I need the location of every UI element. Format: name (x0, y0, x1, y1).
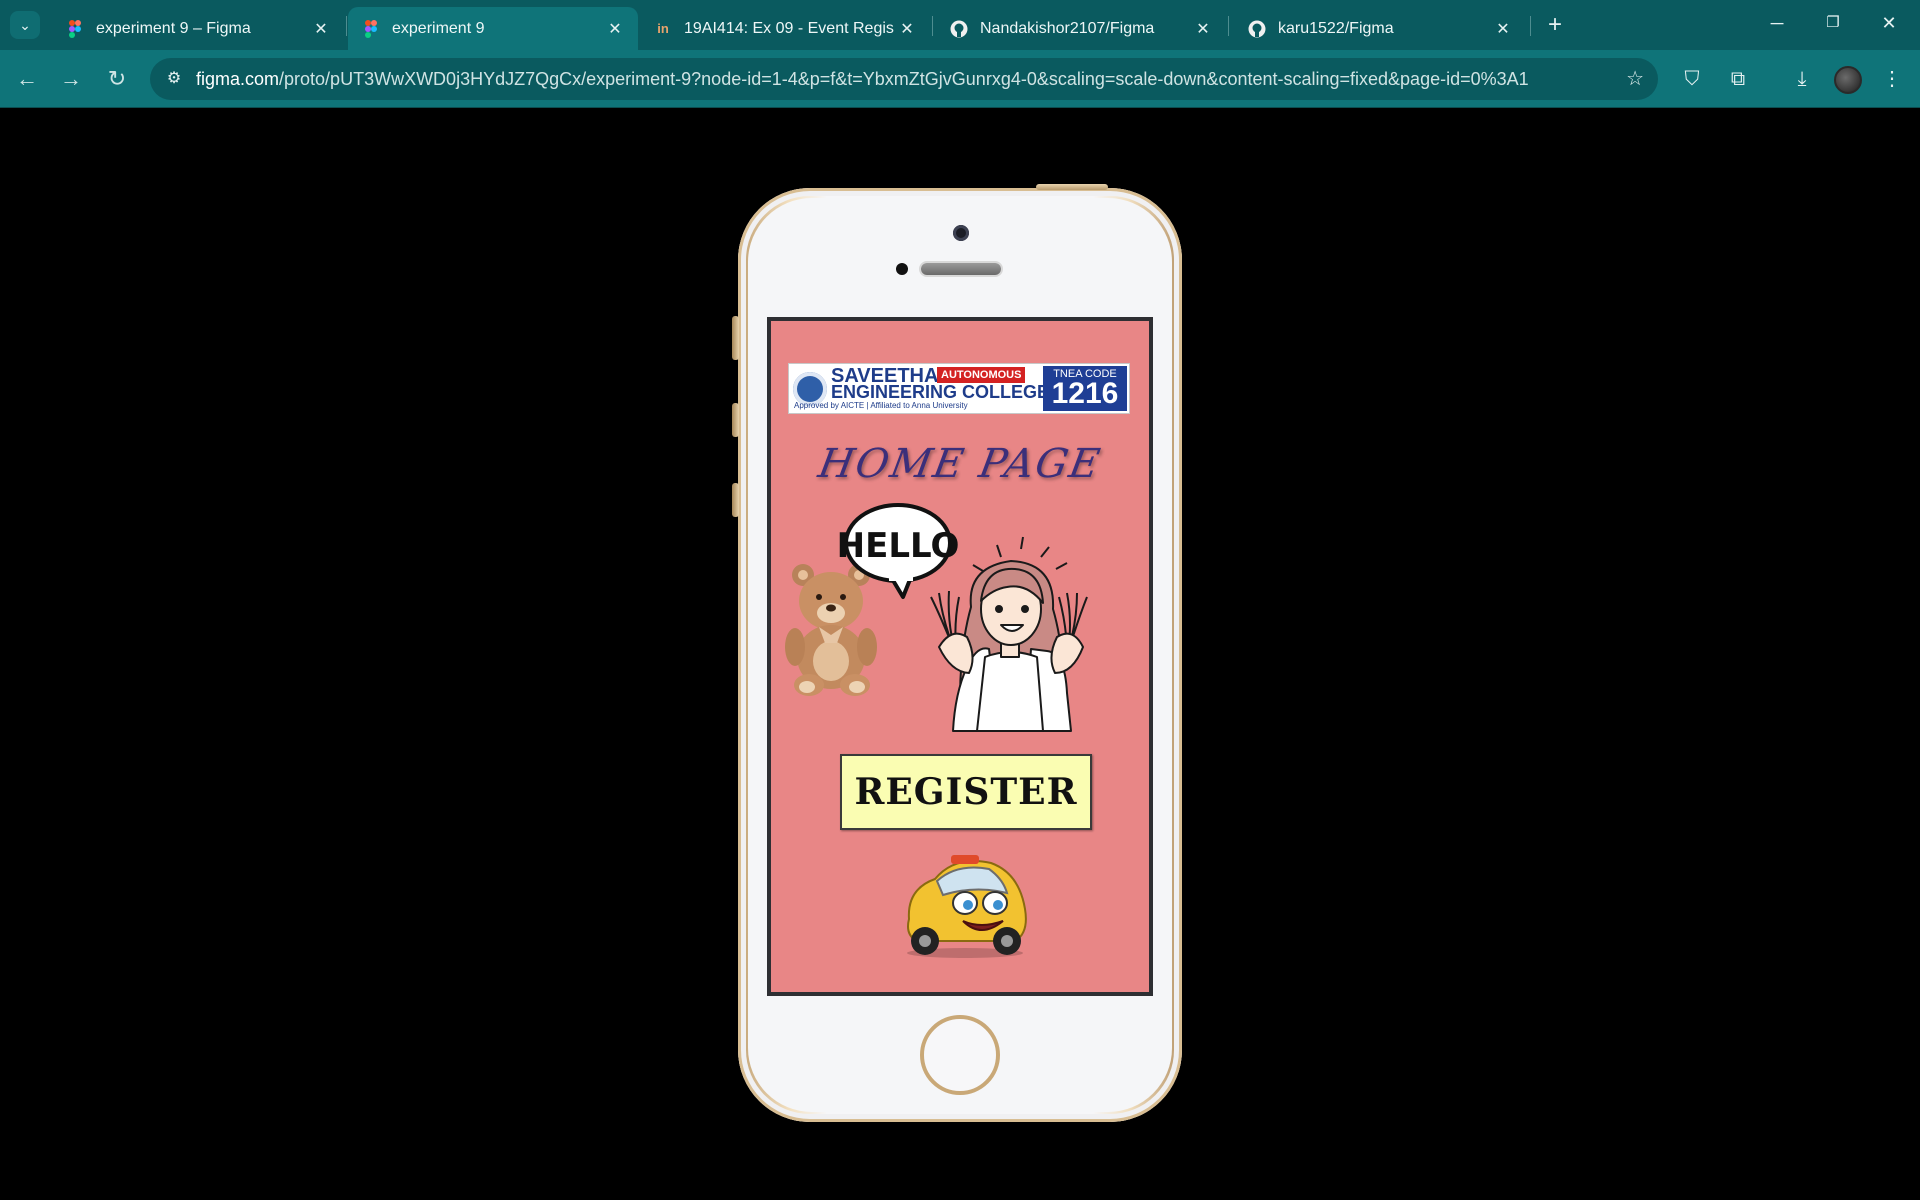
invision-icon: in (657, 21, 669, 36)
power-button (1036, 184, 1108, 190)
college-logo: SAVEETHA AUTONOMOUS ENGINEERING COLLEGE … (788, 363, 1130, 414)
hello-text: HELLO (837, 526, 960, 566)
tab-experiment-9[interactable]: experiment 9 ✕ (348, 7, 638, 50)
earpiece-speaker (921, 263, 1001, 275)
logo-name-line2: ENGINEERING COLLEGE (831, 382, 1050, 402)
bookmark-star-icon[interactable]: ☆ (1626, 66, 1644, 91)
home-page-frame: SAVEETHA AUTONOMOUS ENGINEERING COLLEGE … (771, 321, 1149, 992)
tab-divider (346, 16, 347, 36)
tab-title: karu1522/Figma (1278, 19, 1394, 37)
mute-switch (732, 316, 739, 360)
tab-search-button[interactable]: ⌄ (10, 11, 40, 39)
volume-up-button (732, 403, 739, 437)
tab-strip: ⌄ experiment 9 – Figma ✕ experiment 9 ✕ … (0, 0, 1920, 50)
front-camera (953, 225, 969, 241)
home-button[interactable] (920, 1015, 1000, 1095)
tab-experiment-9-figma[interactable]: experiment 9 – Figma ✕ (52, 7, 344, 50)
cartoon-car-image (907, 855, 1027, 958)
phone-screen: SAVEETHA AUTONOMOUS ENGINEERING COLLEGE … (767, 317, 1153, 996)
toolbar-divider (0, 107, 1920, 108)
site-settings-icon[interactable]: ⚙ (162, 67, 186, 91)
close-window-icon[interactable]: ✕ (1866, 8, 1912, 38)
tab-event-registration[interactable]: in 19AI414: Ex 09 - Event Registrat ✕ (640, 7, 930, 50)
register-button[interactable]: REGISTER (840, 754, 1092, 830)
shield-extension-icon[interactable]: ⛉ (1676, 63, 1708, 95)
forward-icon[interactable]: → (56, 64, 86, 94)
download-icon[interactable]: ⤓ (1786, 63, 1818, 95)
url-text[interactable]: figma.com/proto/pUT3WwXWD0j3HYdJZ7QgCx/e… (196, 69, 1529, 90)
minimize-icon[interactable]: ─ (1754, 8, 1800, 38)
tab-karu-figma[interactable]: karu1522/Figma ✕ (1234, 7, 1526, 50)
logo-subtitle: Approved by AICTE | Affiliated to Anna U… (794, 401, 968, 410)
close-tab-icon[interactable]: ✕ (1190, 19, 1216, 39)
tab-title: Nandakishor2107/Figma (980, 19, 1155, 37)
teddy-bear-image (785, 564, 877, 696)
close-tab-icon[interactable]: ✕ (894, 19, 920, 39)
restore-icon[interactable]: ❐ (1810, 8, 1856, 38)
address-bar[interactable]: ⚙ figma.com/proto/pUT3WwXWD0j3HYdJZ7QgCx… (150, 58, 1658, 100)
tab-title: 19AI414: Ex 09 - Event Registrat (684, 19, 894, 37)
phone-frame: SAVEETHA AUTONOMOUS ENGINEERING COLLEGE … (732, 184, 1182, 1122)
welcome-illustration: HELLO (785, 503, 1088, 732)
figma-icon (362, 19, 380, 38)
tab-divider (1530, 16, 1531, 36)
register-label: REGISTER (854, 771, 1078, 813)
github-icon (950, 20, 968, 38)
github-icon (1248, 20, 1266, 38)
menu-dots-icon[interactable]: ⋮ (1876, 63, 1908, 95)
tnea-code-value: 1216 (1051, 377, 1119, 410)
tab-title: experiment 9 – Figma (96, 19, 251, 37)
tab-divider (1228, 16, 1229, 36)
tab-divider (932, 16, 933, 36)
back-icon[interactable]: ← (12, 64, 42, 94)
close-tab-icon[interactable]: ✕ (602, 19, 628, 39)
tab-nandakishor-figma[interactable]: Nandakishor2107/Figma ✕ (936, 7, 1226, 50)
proximity-sensor (896, 263, 908, 275)
profile-avatar[interactable] (1834, 66, 1862, 94)
waving-girl-image (930, 536, 1088, 732)
volume-down-button (732, 483, 739, 517)
close-tab-icon[interactable]: ✕ (1490, 19, 1516, 39)
close-tab-icon[interactable]: ✕ (308, 19, 334, 39)
extensions-puzzle-icon[interactable]: ⧉ (1722, 63, 1754, 95)
page-title: HOME PAGE (815, 441, 1105, 487)
browser-toolbar: ← → ↻ ⚙ figma.com/proto/pUT3WwXWD0j3HYdJ… (0, 50, 1920, 108)
reload-icon[interactable]: ↻ (102, 64, 132, 94)
figma-icon (66, 19, 84, 38)
tnea-code-box: TNEA CODE 1216 (1043, 366, 1127, 411)
new-tab-button[interactable]: + (1540, 10, 1570, 40)
tab-title: experiment 9 (392, 19, 485, 37)
autonomous-badge: AUTONOMOUS (937, 367, 1026, 383)
